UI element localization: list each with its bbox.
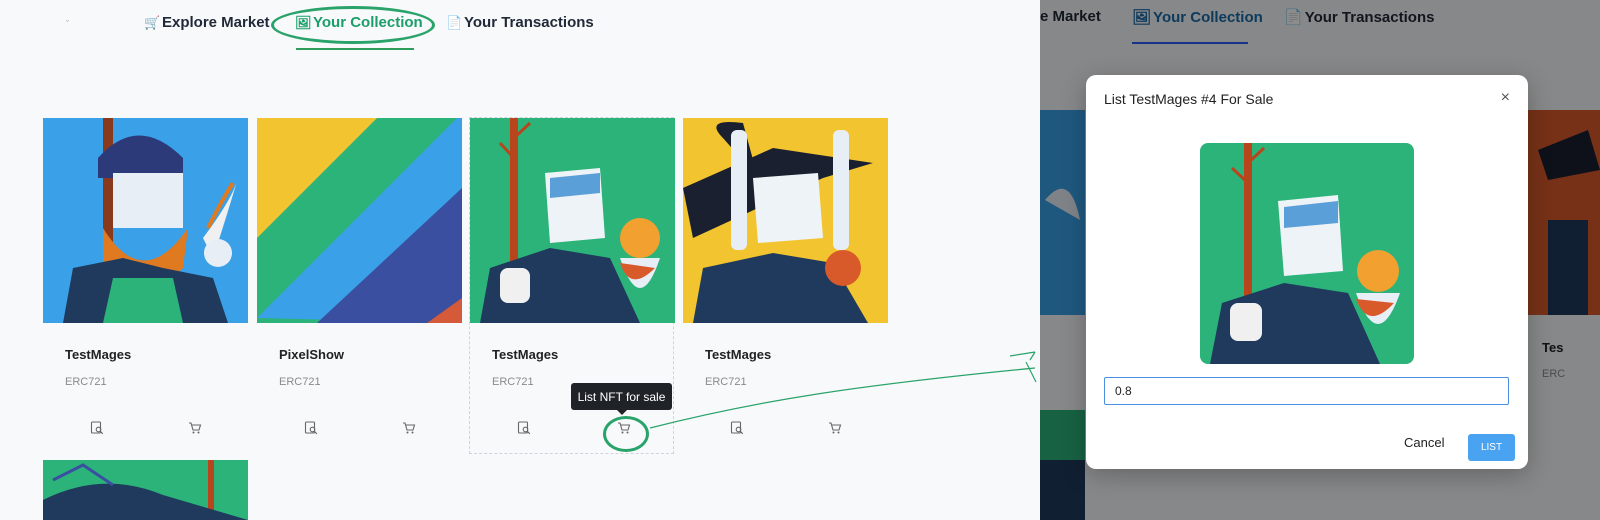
modal-title: List TestMages #4 For Sale — [1104, 91, 1274, 107]
listing-dialog-view: e Market 🖼 Your Collection 📄 Your Transa… — [1040, 0, 1600, 520]
annotation-arrow — [649, 351, 1037, 429]
marketplace-view: ˇ 🛒 Explore Market 🖼 Your Collection 📄 Y… — [0, 0, 1040, 520]
close-icon[interactable]: × — [1501, 89, 1510, 107]
list-button[interactable]: LIST — [1468, 434, 1515, 461]
price-input[interactable] — [1104, 377, 1509, 405]
cancel-button[interactable]: Cancel — [1404, 435, 1444, 450]
nft-preview-image — [1200, 143, 1414, 364]
list-for-sale-modal: List TestMages #4 For Sale × Cancel LIST — [1086, 75, 1528, 469]
